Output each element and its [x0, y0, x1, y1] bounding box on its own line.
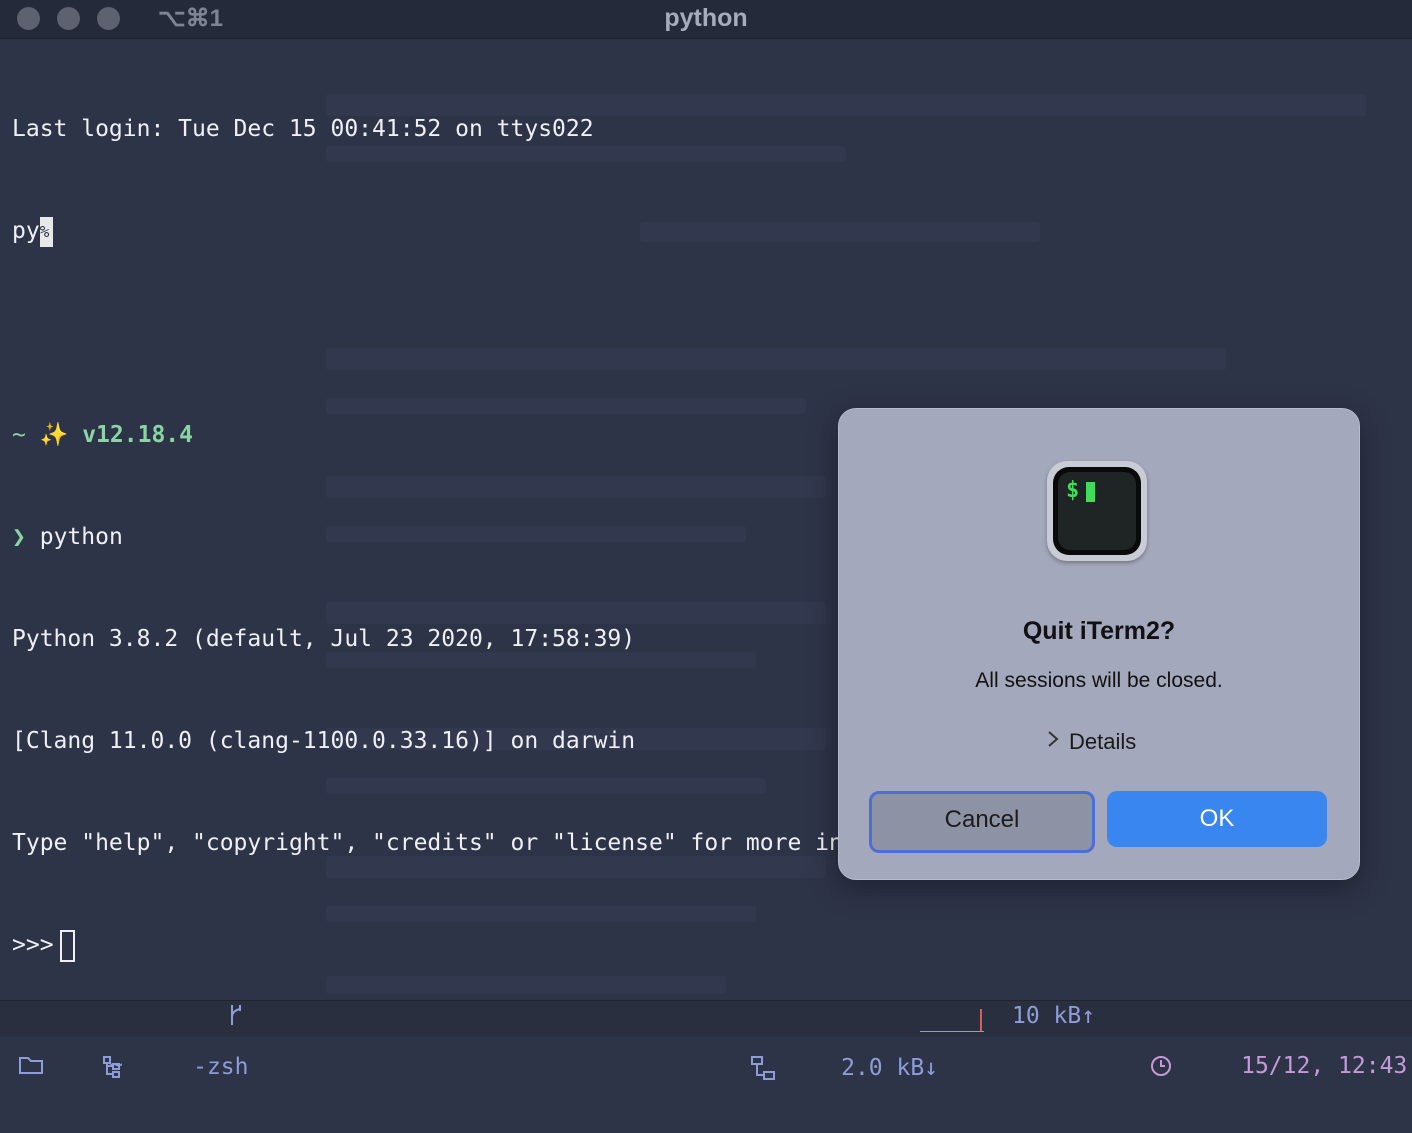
folder-icon	[18, 1003, 101, 1127]
status-bar: ~ -zsh 2.0 kB↓ 10 kB↑ 15/12, 12:43 AM	[0, 1000, 1412, 1081]
status-shell-label: -zsh	[193, 1054, 249, 1080]
details-disclosure[interactable]: Details	[1047, 729, 1136, 755]
icon-prompt: $	[1066, 478, 1080, 503]
status-job[interactable]: -zsh	[102, 1003, 248, 1131]
download-rate: 2.0 kB↓	[841, 1055, 939, 1081]
quit-dialog: $ Quit iTerm2? All sessions will be clos…	[838, 408, 1360, 880]
process-tree-icon	[102, 1003, 185, 1131]
prompt-symbol: ❯	[12, 524, 26, 550]
partial-line-marker: %	[39, 216, 53, 247]
clock-icon	[1150, 1003, 1233, 1129]
home-dir: ~	[12, 422, 40, 448]
dialog-title: Quit iTerm2?	[1022, 617, 1176, 645]
dialog-message: All sessions will be closed.	[975, 669, 1223, 692]
status-clock: 15/12, 12:43 AM	[1150, 1003, 1412, 1129]
upload-rate: 10 kB↑	[1012, 1003, 1096, 1029]
title-bar: ⌥⌘1 python	[0, 0, 1412, 39]
terminal-line: >>>	[12, 928, 1402, 962]
details-label: Details	[1069, 729, 1137, 754]
window-title: python	[664, 4, 748, 32]
network-download: 2.0 kB↓	[750, 1003, 938, 1133]
cancel-button[interactable]: Cancel	[869, 791, 1095, 853]
ok-button[interactable]: OK	[1107, 791, 1327, 847]
terminal-line: Last login: Tue Dec 15 00:41:52 on ttys0…	[12, 116, 594, 142]
git-branch-icon[interactable]	[228, 1003, 246, 1027]
network-graph-spike	[980, 1009, 982, 1031]
command-text: python	[39, 524, 123, 550]
terminal-text: py	[12, 218, 40, 244]
repl-prompt: >>>	[12, 932, 54, 958]
sparkles-icon: ✨	[39, 422, 69, 448]
network-upload: 10 kB↑	[1012, 1003, 1095, 1029]
clock-text: 15/12, 12:43 AM	[1241, 1053, 1408, 1079]
network-icon	[750, 1003, 833, 1133]
iterm2-app-icon: $	[1047, 461, 1147, 561]
network-graph	[920, 1031, 984, 1032]
terminal-line: py%	[12, 214, 1402, 248]
node-version: v12.18.4	[82, 422, 193, 448]
chevron-right-icon	[1047, 730, 1059, 754]
text-cursor	[59, 929, 75, 962]
